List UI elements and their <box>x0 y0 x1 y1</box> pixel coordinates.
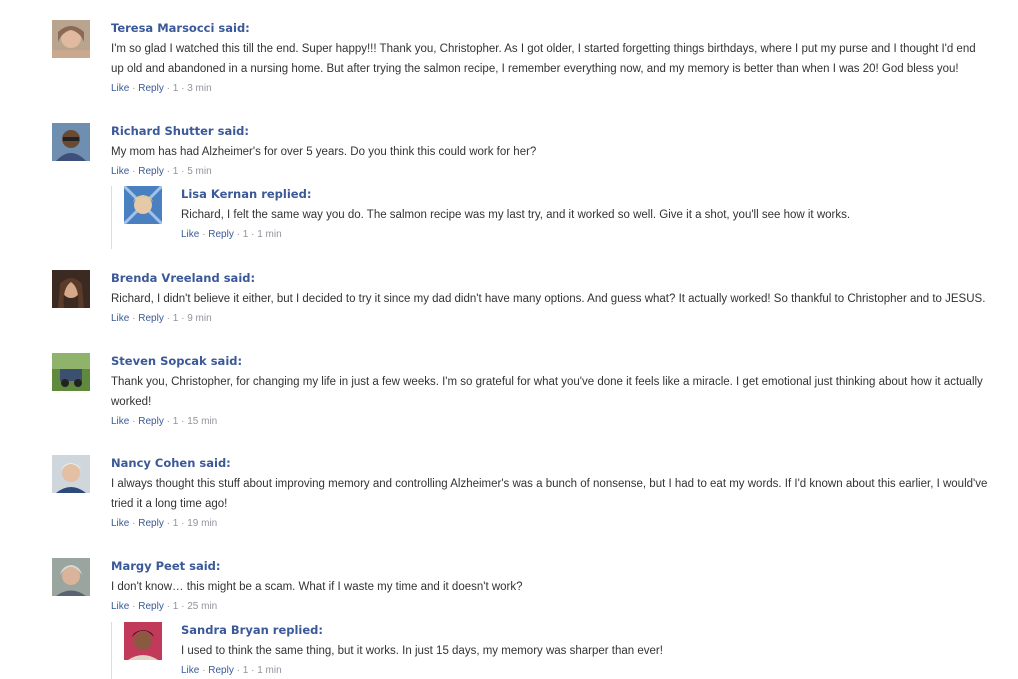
like-count: 1 <box>172 166 179 177</box>
like-count: 1 <box>172 83 179 94</box>
comment-actions: Like · Reply · 1 · 1 min <box>181 664 961 678</box>
like-link[interactable]: Like <box>111 166 129 177</box>
comment-text: My mom has had Alzheimer's for over 5 ye… <box>111 146 537 158</box>
comment-time: 1 min <box>257 665 282 676</box>
separator: · <box>166 166 170 177</box>
avatar[interactable] <box>52 353 90 391</box>
avatar[interactable] <box>52 455 90 493</box>
like-link[interactable]: Like <box>111 313 129 324</box>
comment-author[interactable]: Sandra Bryan replied: <box>181 622 961 638</box>
comment-author[interactable]: Richard Shutter said: <box>111 123 991 139</box>
comment-text: I used to think the same thing, but it w… <box>181 645 663 657</box>
comment-time: 3 min <box>187 83 212 94</box>
separator: · <box>202 665 206 676</box>
separator: · <box>236 665 240 676</box>
like-link[interactable]: Like <box>181 229 199 240</box>
comment-author[interactable]: Margy Peet said: <box>111 558 991 574</box>
reply-link[interactable]: Reply <box>138 166 164 177</box>
comment-text: Thank you, Christopher, for changing my … <box>111 376 983 408</box>
separator: · <box>181 313 185 324</box>
like-count: 1 <box>242 229 249 240</box>
reply-link[interactable]: Reply <box>208 665 234 676</box>
avatar[interactable] <box>124 186 162 224</box>
like-count: 1 <box>172 313 179 324</box>
separator: · <box>236 229 240 240</box>
comment-body: Margy Peet said: I don't know… this migh… <box>111 558 991 614</box>
reply-item: Sandra Bryan replied: I used to think th… <box>111 622 984 679</box>
comment-body: Brenda Vreeland said: Richard, I didn't … <box>111 270 991 326</box>
separator: · <box>251 229 255 240</box>
comment-text: Richard, I didn't believe it either, but… <box>111 293 986 305</box>
comment-author[interactable]: Nancy Cohen said: <box>111 455 991 471</box>
comment-actions: Like · Reply · 1 · 15 min <box>111 415 991 429</box>
comment-actions: Like · Reply · 1 · 25 min <box>111 600 991 614</box>
separator: · <box>166 416 170 427</box>
comment-text: I always thought this stuff about improv… <box>111 478 988 510</box>
separator: · <box>132 166 136 177</box>
separator: · <box>166 518 170 529</box>
separator: · <box>181 166 185 177</box>
avatar[interactable] <box>124 622 162 660</box>
avatar[interactable] <box>52 270 90 308</box>
separator: · <box>132 601 136 612</box>
reply-link[interactable]: Reply <box>138 518 164 529</box>
like-link[interactable]: Like <box>181 665 199 676</box>
comment-author[interactable]: Brenda Vreeland said: <box>111 270 991 286</box>
comment-actions: Like · Reply · 1 · 9 min <box>111 312 991 326</box>
separator: · <box>181 518 185 529</box>
comment-time: 15 min <box>187 416 218 427</box>
comment-actions: Like · Reply · 1 · 5 min <box>111 165 991 179</box>
comment-actions: Like · Reply · 1 · 3 min <box>111 82 991 96</box>
comment-body: Steven Sopcak said: Thank you, Christoph… <box>111 353 991 429</box>
separator: · <box>166 83 170 94</box>
comment-actions: Like · Reply · 1 · 19 min <box>111 517 991 531</box>
reply-item: Lisa Kernan replied: Richard, I felt the… <box>111 186 984 249</box>
separator: · <box>166 313 170 324</box>
like-count: 1 <box>172 518 179 529</box>
comment-body: Sandra Bryan replied: I used to think th… <box>181 622 961 678</box>
comment-body: Lisa Kernan replied: Richard, I felt the… <box>181 186 961 242</box>
separator: · <box>132 313 136 324</box>
avatar[interactable] <box>52 123 90 161</box>
comment-body: Nancy Cohen said: I always thought this … <box>111 455 991 531</box>
reply-link[interactable]: Reply <box>138 416 164 427</box>
reply-link[interactable]: Reply <box>138 83 164 94</box>
avatar[interactable] <box>52 558 90 596</box>
separator: · <box>132 83 136 94</box>
comment-author[interactable]: Teresa Marsocci said: <box>111 20 991 36</box>
like-link[interactable]: Like <box>111 416 129 427</box>
comment-text: I don't know… this might be a scam. What… <box>111 581 523 593</box>
separator: · <box>181 601 185 612</box>
separator: · <box>251 665 255 676</box>
separator: · <box>181 416 185 427</box>
comment-author[interactable]: Steven Sopcak said: <box>111 353 991 369</box>
separator: · <box>132 518 136 529</box>
comment-time: 5 min <box>187 166 212 177</box>
reply-link[interactable]: Reply <box>208 229 234 240</box>
comment-time: 19 min <box>187 518 218 529</box>
comment-time: 9 min <box>187 313 212 324</box>
avatar[interactable] <box>52 20 90 58</box>
like-link[interactable]: Like <box>111 601 129 612</box>
separator: · <box>181 83 185 94</box>
separator: · <box>132 416 136 427</box>
comment-text: I'm so glad I watched this till the end.… <box>111 43 976 75</box>
comment-text: Richard, I felt the same way you do. The… <box>181 209 851 221</box>
like-count: 1 <box>172 416 179 427</box>
comment-body: Teresa Marsocci said: I'm so glad I watc… <box>111 20 991 96</box>
comment-author[interactable]: Lisa Kernan replied: <box>181 186 961 202</box>
like-count: 1 <box>172 601 179 612</box>
comment-actions: Like · Reply · 1 · 1 min <box>181 228 961 242</box>
comment-time: 25 min <box>187 601 218 612</box>
comment-body: Richard Shutter said: My mom has had Alz… <box>111 123 991 179</box>
like-link[interactable]: Like <box>111 518 129 529</box>
separator: · <box>166 601 170 612</box>
reply-link[interactable]: Reply <box>138 313 164 324</box>
like-link[interactable]: Like <box>111 83 129 94</box>
comment-time: 1 min <box>257 229 282 240</box>
separator: · <box>202 229 206 240</box>
like-count: 1 <box>242 665 249 676</box>
reply-link[interactable]: Reply <box>138 601 164 612</box>
